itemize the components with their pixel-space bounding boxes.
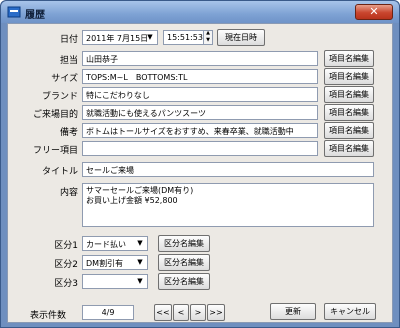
date-value: 2011年 7月15日 <box>86 34 149 43</box>
category-label-1: 区分1 <box>54 241 78 251</box>
title-input[interactable]: セールご来場 <box>82 162 374 177</box>
nav-next-button[interactable]: > <box>190 304 206 321</box>
edit-item-name-button[interactable]: 項目名編集 <box>324 86 374 103</box>
edit-item-name-button[interactable]: 項目名編集 <box>324 122 374 139</box>
brand-input[interactable]: 特にこだわりなし <box>82 87 318 102</box>
field-label-free: フリー項目 <box>32 146 78 156</box>
chevron-down-icon[interactable]: ▼ <box>144 32 156 43</box>
category-2-value: DM割引有 <box>86 259 124 268</box>
size-input[interactable]: TOPS:M~L BOTTOMS:TL <box>82 69 318 84</box>
date-picker[interactable]: 2011年 7月15日 ▼ <box>82 30 158 45</box>
staff-input[interactable]: 山田恭子 <box>82 51 318 66</box>
window-title: 履歴 <box>25 10 45 21</box>
nav-first-button[interactable]: << <box>154 304 172 321</box>
form-area: 日付 2011年 7月15日 ▼ 15:51:53 ▲ ▼ 現在日時 担当 山田恭… <box>7 23 393 323</box>
chevron-down-icon[interactable]: ▼ <box>134 238 146 249</box>
free-item-input[interactable] <box>82 141 318 156</box>
edit-category-name-button[interactable]: 区分名編集 <box>158 273 210 290</box>
close-button[interactable]: ✕ <box>355 4 393 20</box>
nav-prev-button[interactable]: < <box>173 304 189 321</box>
date-label: 日付 <box>59 35 78 45</box>
title-label: タイトル <box>41 167 78 177</box>
edit-category-name-button[interactable]: 区分名編集 <box>158 235 210 252</box>
now-button[interactable]: 現在日時 <box>217 29 265 46</box>
count-display: 4/9 <box>82 305 134 320</box>
content-label: 内容 <box>59 188 78 198</box>
update-button[interactable]: 更新 <box>270 303 316 320</box>
field-label-brand: ブランド <box>41 92 78 102</box>
cancel-button[interactable]: キャンセル <box>324 303 376 320</box>
chevron-down-icon[interactable]: ▼ <box>134 257 146 268</box>
field-label-purpose: ご来場目的 <box>32 110 78 120</box>
history-window: 履歴 ✕ 日付 2011年 7月15日 ▼ 15:51:53 ▲ ▼ 現在日時 担… <box>0 0 400 328</box>
time-spinner[interactable]: 15:51:53 ▲ ▼ <box>163 30 213 45</box>
content-textarea[interactable]: サマーセールご来場(DM有り) お買い上げ金額 ¥52,800 <box>82 183 374 227</box>
category-1-select[interactable]: カード払い ▼ <box>82 236 148 251</box>
edit-item-name-button[interactable]: 項目名編集 <box>324 50 374 67</box>
field-label-size: サイズ <box>51 74 78 84</box>
field-label-notes: 備考 <box>59 128 78 138</box>
purpose-input[interactable]: 就職活動にも使えるパンツスーツ <box>82 105 318 120</box>
time-value: 15:51:53 <box>167 33 203 42</box>
edit-item-name-button[interactable]: 項目名編集 <box>324 104 374 121</box>
chevron-down-icon[interactable]: ▼ <box>134 276 146 287</box>
category-label-2: 区分2 <box>54 260 78 270</box>
category-1-value: カード払い <box>86 240 126 249</box>
nav-last-button[interactable]: >> <box>207 304 225 321</box>
edit-category-name-button[interactable]: 区分名編集 <box>158 254 210 271</box>
content-line-1: サマーセールご来場(DM有り) <box>86 186 194 195</box>
title-bar[interactable]: 履歴 ✕ <box>1 1 399 23</box>
window-app-icon <box>7 6 21 18</box>
count-label: 表示件数 <box>29 311 66 321</box>
notes-input[interactable]: ボトムはトールサイズをおすすめ、来春卒業、就職活動中 <box>82 123 318 138</box>
field-label-staff: 担当 <box>59 56 78 66</box>
category-2-select[interactable]: DM割引有 ▼ <box>82 255 148 270</box>
category-label-3: 区分3 <box>54 279 78 289</box>
content-line-2: お買い上げ金額 ¥52,800 <box>86 196 178 205</box>
category-3-select[interactable]: ▼ <box>82 274 148 289</box>
spin-updown-icon[interactable]: ▲ ▼ <box>203 31 212 44</box>
edit-item-name-button[interactable]: 項目名編集 <box>324 140 374 157</box>
edit-item-name-button[interactable]: 項目名編集 <box>324 68 374 85</box>
